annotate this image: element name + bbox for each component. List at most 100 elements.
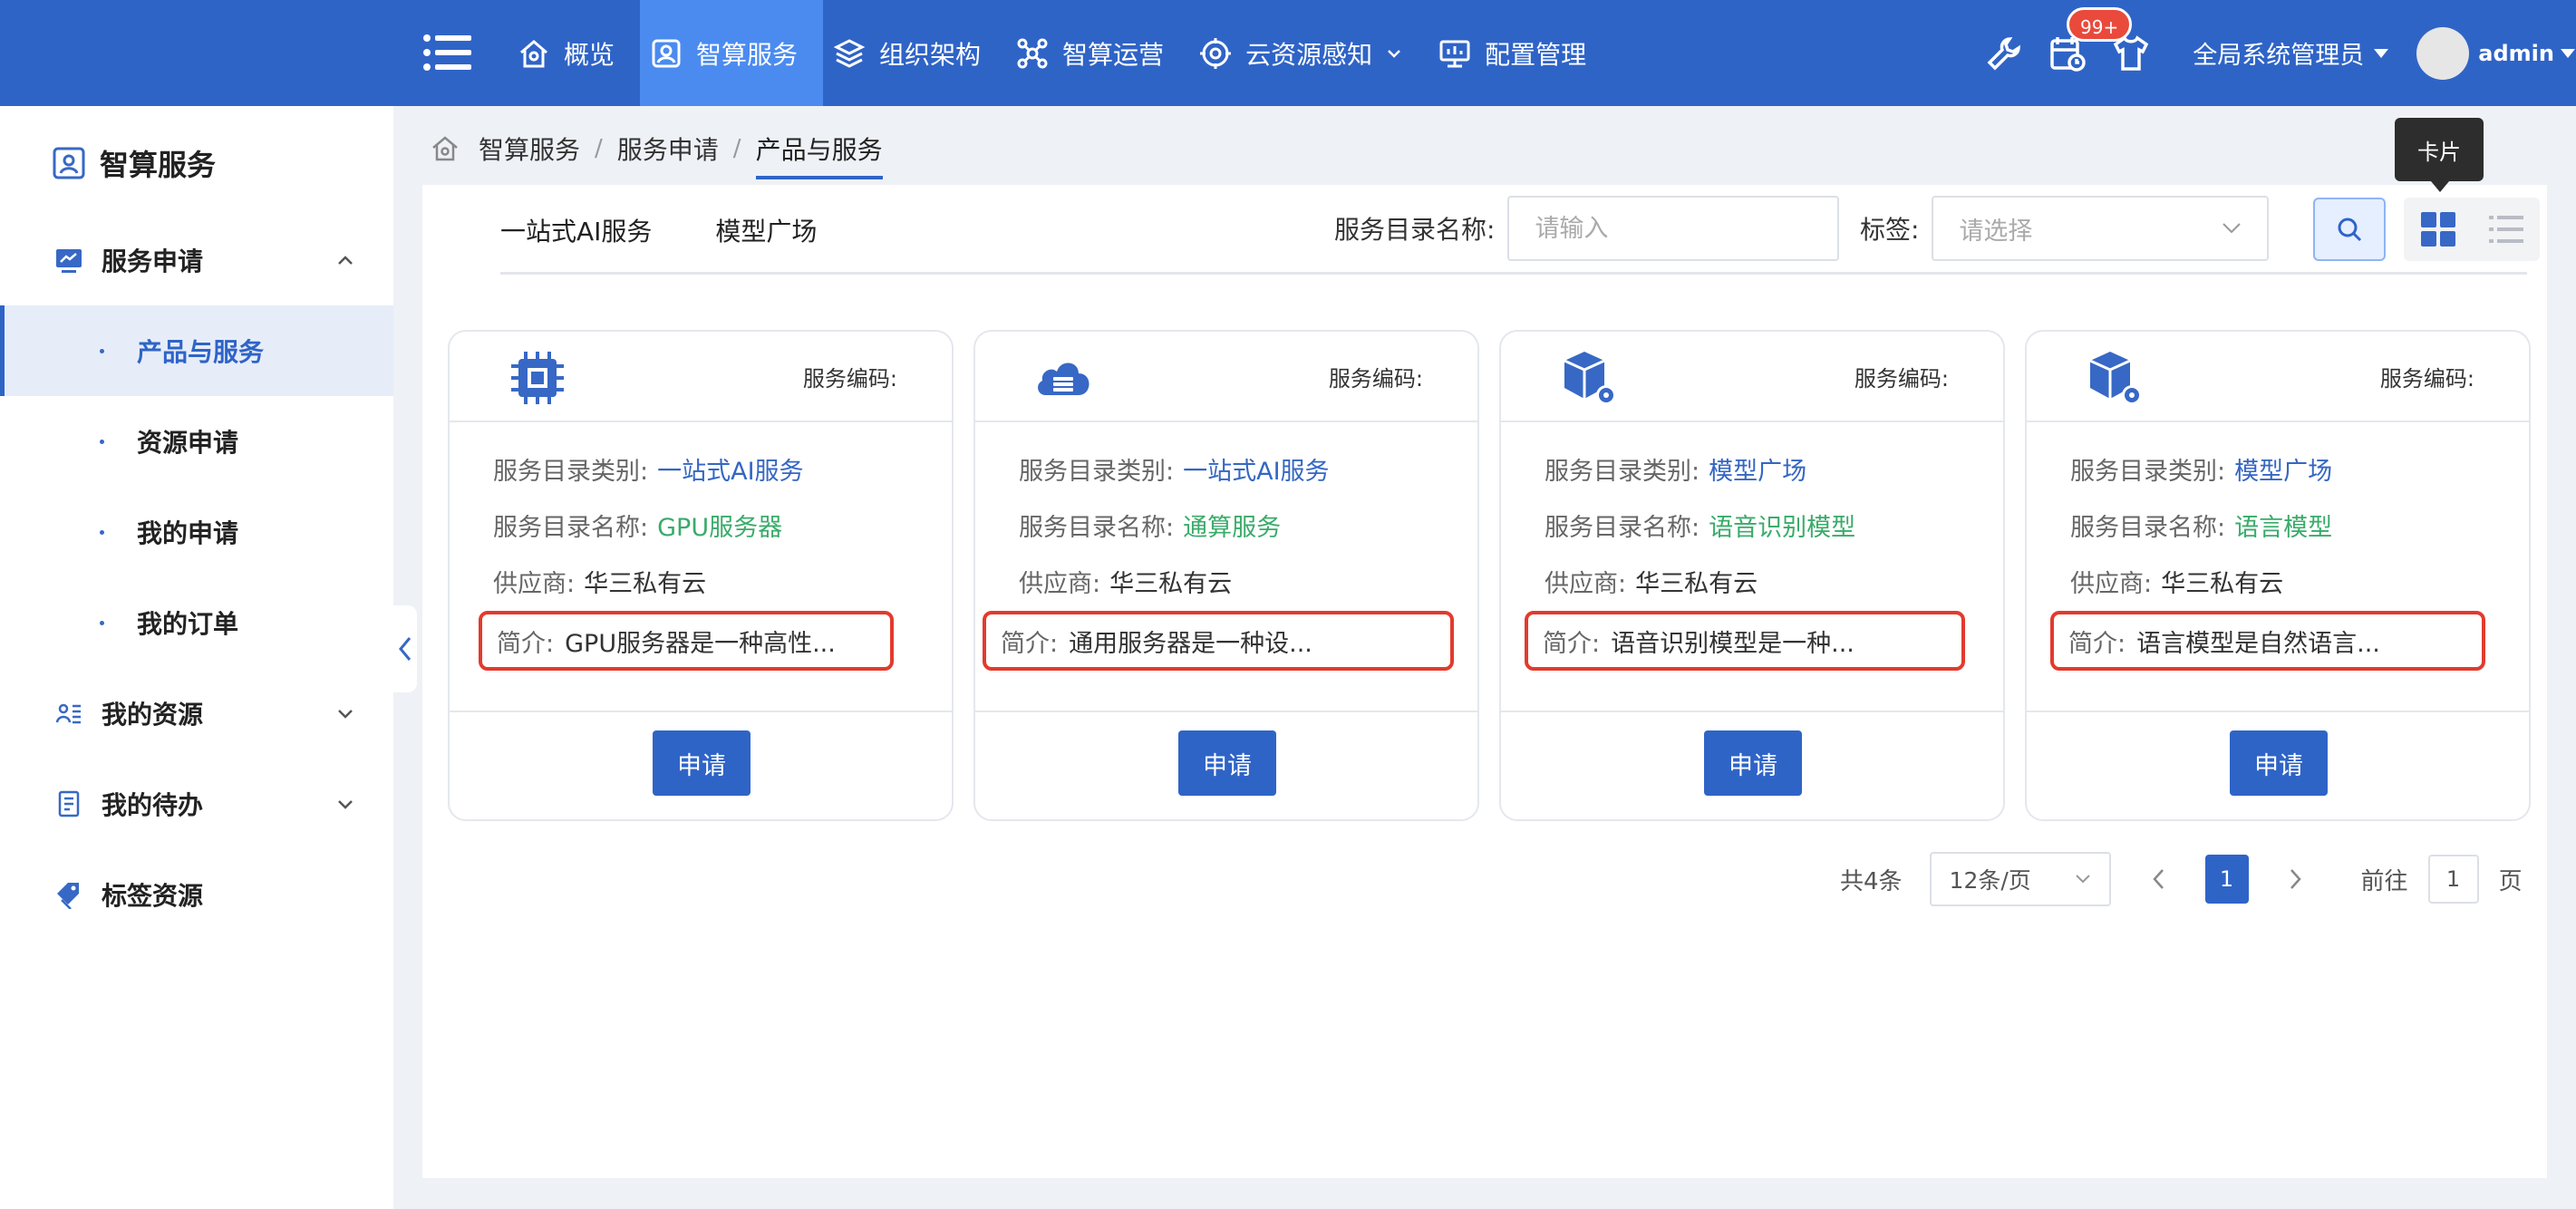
home-icon bbox=[517, 36, 551, 71]
apply-button[interactable]: 申请 bbox=[1704, 730, 1802, 796]
supplier-row: 供应商: 华三私有云 bbox=[493, 553, 919, 609]
sidebar-group-tag-resources[interactable]: 标签资源 bbox=[0, 849, 393, 940]
cloud-sense-icon bbox=[1198, 36, 1233, 71]
page-size-select[interactable]: 12条/页 bbox=[1929, 852, 2111, 906]
sidebar-group-my-todo[interactable]: 我的待办 bbox=[0, 759, 393, 849]
intro-highlight: 简介: 语言模型是自然语言... bbox=[2050, 611, 2485, 671]
chevron-down-icon bbox=[1385, 44, 1403, 63]
category-value[interactable]: 一站式AI服务 bbox=[1183, 451, 1329, 487]
home-icon[interactable] bbox=[430, 133, 460, 164]
service-code-label: 服务编码: bbox=[1854, 366, 1949, 392]
service-card-grid: 服务编码: 服务目录类别: 一站式AI服务 服务目录名称: GPU服务器 供应商… bbox=[448, 330, 2532, 821]
service-card: 服务编码: 服务目录类别: 模型广场 服务目录名称: 语音识别模型 供应商: 华… bbox=[1499, 330, 2005, 821]
category-row: 服务目录类别: 一站式AI服务 bbox=[1019, 440, 1445, 497]
name-label: 服务目录名称: bbox=[2070, 513, 2226, 542]
next-page-button[interactable] bbox=[2276, 856, 2316, 902]
breadcrumb-item[interactable]: 服务申请 bbox=[617, 131, 719, 167]
apply-button[interactable]: 申请 bbox=[653, 730, 751, 796]
prev-page-button[interactable] bbox=[2138, 856, 2178, 902]
caret-down-icon[interactable] bbox=[2373, 47, 2389, 60]
view-tooltip: 卡片 bbox=[2395, 118, 2484, 192]
sidebar-item-label: 我的订单 bbox=[137, 609, 239, 639]
sidebar-item-products[interactable]: 产品与服务 bbox=[0, 305, 393, 396]
name-row: 服务目录名称: 语音识别模型 bbox=[1545, 497, 1971, 553]
top-navigation-bar: 概览 智算服务 组织架构 智算运营 云资源感知 配置管理 全局系统管理员 adm… bbox=[0, 0, 2576, 106]
name-value[interactable]: 语言模型 bbox=[2234, 508, 2332, 543]
bullet-dot bbox=[100, 348, 104, 353]
wrench-icon[interactable] bbox=[1984, 34, 2024, 73]
service-code-label: 服务编码: bbox=[2379, 366, 2474, 392]
nav-item-config[interactable]: 配置管理 bbox=[1428, 0, 1612, 106]
card-header: 服务编码: bbox=[2027, 332, 2529, 422]
name-value[interactable]: 通算服务 bbox=[1183, 508, 1281, 543]
apply-button[interactable]: 申请 bbox=[2230, 730, 2328, 796]
tag-filter: 标签: 请选择 bbox=[1860, 196, 2270, 261]
avatar[interactable] bbox=[2416, 26, 2470, 80]
user-card-icon bbox=[51, 145, 87, 181]
sidebar-group-my-resources[interactable]: 我的资源 bbox=[0, 668, 393, 759]
sidebar-item-my-orders[interactable]: 我的订单 bbox=[0, 577, 393, 668]
main-nav: 概览 智算服务 组织架构 智算运营 云资源感知 配置管理 bbox=[508, 0, 1612, 106]
apply-button[interactable]: 申请 bbox=[1178, 730, 1276, 796]
chevron-down-icon bbox=[335, 794, 355, 814]
list-view-button[interactable] bbox=[2472, 198, 2540, 261]
card-view-button[interactable] bbox=[2404, 198, 2472, 261]
sidebar-item-my-applications[interactable]: 我的申请 bbox=[0, 487, 393, 577]
tag-select[interactable]: 请选择 bbox=[1932, 196, 2270, 261]
search-button[interactable] bbox=[2313, 198, 2386, 261]
breadcrumb-current[interactable]: 产品与服务 bbox=[755, 131, 883, 179]
supplier-value: 华三私有云 bbox=[584, 569, 707, 598]
tab-model-plaza[interactable]: 模型广场 bbox=[715, 207, 817, 257]
model-box-icon bbox=[2083, 346, 2146, 410]
role-selector[interactable]: 全局系统管理员 bbox=[2193, 35, 2364, 71]
service-card: 服务编码: 服务目录类别: 一站式AI服务 服务目录名称: GPU服务器 供应商… bbox=[448, 330, 954, 821]
intro-value: 通用服务器是一种设... bbox=[1069, 629, 1312, 658]
goto-page-input[interactable] bbox=[2427, 855, 2479, 904]
breadcrumb-separator: / bbox=[595, 135, 603, 162]
nav-item-label: 概览 bbox=[564, 39, 615, 70]
category-value[interactable]: 模型广场 bbox=[2234, 451, 2332, 487]
tab-one-stop-ai[interactable]: 一站式AI服务 bbox=[500, 207, 652, 257]
sidebar-item-resource-apply[interactable]: 资源申请 bbox=[0, 396, 393, 487]
intro-label: 简介: bbox=[1543, 629, 1601, 658]
layers-icon bbox=[832, 36, 867, 71]
category-value[interactable]: 模型广场 bbox=[1709, 451, 1806, 487]
nav-item-overview[interactable]: 概览 bbox=[508, 0, 640, 106]
chevron-left-icon bbox=[2152, 869, 2164, 889]
sidebar-collapse-button[interactable] bbox=[393, 605, 417, 692]
breadcrumb-item[interactable]: 智算服务 bbox=[479, 131, 580, 167]
page-number-current[interactable]: 1 bbox=[2204, 855, 2249, 904]
nav-item-cloud-sense[interactable]: 云资源感知 bbox=[1189, 0, 1428, 106]
menu-toggle-icon[interactable] bbox=[422, 33, 473, 73]
name-label: 服务目录名称: bbox=[493, 513, 649, 542]
chevron-down-icon bbox=[335, 703, 355, 723]
category-value[interactable]: 一站式AI服务 bbox=[657, 451, 803, 487]
username[interactable]: admin bbox=[2478, 41, 2554, 66]
name-value[interactable]: GPU服务器 bbox=[657, 508, 782, 543]
name-filter-label: 服务目录名称: bbox=[1334, 215, 1496, 245]
sidebar: 智算服务 服务申请 产品与服务 资源申请 我的申请 我的订单 我的资源 我的待办… bbox=[0, 106, 393, 1209]
intro-value: 语言模型是自然语言... bbox=[2136, 629, 2380, 658]
name-row: 服务目录名称: 语言模型 bbox=[2070, 497, 2496, 553]
note-icon bbox=[54, 789, 83, 818]
supplier-row: 供应商: 华三私有云 bbox=[1545, 553, 1971, 609]
tabs-divider bbox=[500, 272, 2527, 275]
catalog-name-input[interactable] bbox=[1507, 196, 1840, 261]
category-label: 服务目录类别: bbox=[493, 457, 649, 486]
name-value[interactable]: 语音识别模型 bbox=[1709, 508, 1855, 543]
caret-down-icon[interactable] bbox=[2560, 47, 2576, 60]
user-card-icon bbox=[649, 36, 683, 71]
nav-item-operations[interactable]: 智算运营 bbox=[1006, 0, 1189, 106]
supplier-row: 供应商: 华三私有云 bbox=[1019, 553, 1445, 609]
chevron-down-icon bbox=[2223, 223, 2242, 234]
supplier-label: 供应商: bbox=[493, 569, 576, 598]
nav-item-compute-service[interactable]: 智算服务 bbox=[640, 0, 824, 106]
search-icon bbox=[2338, 218, 2362, 242]
nav-item-organization[interactable]: 组织架构 bbox=[823, 0, 1006, 106]
sidebar-group-service-apply[interactable]: 服务申请 bbox=[0, 215, 393, 305]
chevron-up-icon bbox=[335, 250, 355, 270]
nav-item-label: 智算运营 bbox=[1062, 39, 1165, 70]
chevron-left-icon bbox=[399, 637, 412, 661]
tag-filter-label: 标签: bbox=[1860, 215, 1920, 245]
page-unit-label: 页 bbox=[2498, 867, 2523, 895]
